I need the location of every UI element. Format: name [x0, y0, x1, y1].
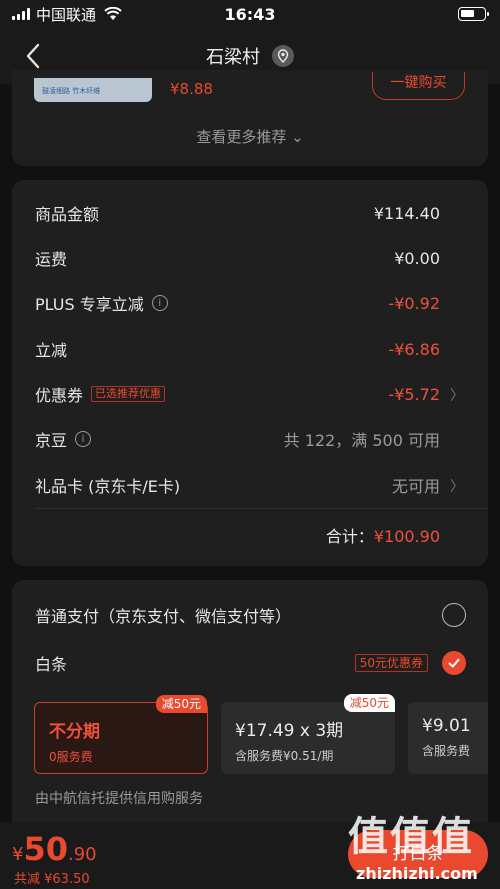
coupon-value: -¥5.72: [388, 384, 440, 404]
carrier-name: 中国联通: [36, 5, 97, 24]
total-saved: 共减 ¥63.50: [14, 872, 90, 887]
checkout-bar: ¥50.90 共减 ¥63.50 打白条: [0, 822, 500, 889]
summary-row-goods: 商品金额 ¥114.40: [35, 198, 440, 228]
info-icon[interactable]: i: [151, 295, 168, 311]
summary-row-plus: PLUS 专享立减 i -¥0.92: [35, 288, 440, 318]
coupon-label: 优惠券: [35, 386, 84, 405]
goods-amount-value: ¥114.40: [373, 203, 440, 223]
baitiao-coupon-tag: 50元优惠券: [354, 654, 428, 672]
credit-provider-note: 由中航信托提供信用购服务: [35, 791, 203, 807]
installment-plan-none[interactable]: 减50元 不分期 0服务费: [34, 695, 208, 774]
radio-unchecked-icon[interactable]: [442, 603, 466, 627]
normal-payment-label: 普通支付（京东支付、微信支付等）: [35, 607, 292, 626]
info-icon[interactable]: i: [75, 431, 92, 447]
divider: [35, 508, 488, 509]
location-pin-icon[interactable]: [272, 45, 294, 67]
plan-subtitle: 含服务费: [422, 744, 471, 758]
summary-row-instant: 立减 -¥6.86: [35, 334, 440, 364]
goods-amount-label: 商品金额: [35, 205, 100, 224]
shipping-value: ¥0.00: [394, 248, 440, 268]
radio-checked-icon[interactable]: [442, 651, 466, 675]
nav-title-group[interactable]: 石梁村: [206, 43, 294, 69]
installment-plan-next[interactable]: ¥9.01 含服务费: [408, 702, 488, 774]
baitiao-label: 白条: [35, 655, 68, 674]
payment-card: 普通支付（京东支付、微信支付等） 白条 50元优惠券 减50元 不分期 0服务费…: [12, 580, 488, 840]
instant-discount-value: -¥6.86: [388, 339, 440, 359]
installment-plan-3[interactable]: 减50元 ¥17.49 x 3期 含服务费¥0.51/期: [221, 694, 395, 774]
plan-title: 不分期: [49, 722, 100, 742]
order-total: 合计：¥100.90: [326, 523, 440, 547]
plus-discount-label: PLUS 专享立减: [35, 295, 144, 314]
order-summary-card: 商品金额 ¥114.40 运费 ¥0.00 PLUS 专享立减 i -¥0.92…: [12, 180, 488, 566]
coupon-tag: 已选推荐优惠: [91, 386, 166, 402]
summary-row-coupon[interactable]: 优惠券 已选推荐优惠 -¥5.72: [35, 379, 440, 409]
jingdou-label: 京豆: [35, 431, 68, 450]
signal-icon: [12, 8, 30, 20]
giftcard-value: 无可用: [391, 477, 440, 496]
summary-row-shipping: 运费 ¥0.00: [35, 243, 440, 273]
more-recommendations-link[interactable]: 查看更多推荐 ⌄: [12, 126, 488, 147]
one-click-buy-button[interactable]: 一键购买: [372, 72, 465, 100]
currency-symbol: ¥: [12, 844, 24, 865]
plus-discount-value: -¥0.92: [388, 293, 440, 313]
discount-badge: 减50元: [343, 694, 395, 712]
product-thumb-text: 鼓凌细路 竹木纤维: [42, 87, 101, 95]
battery-level: [461, 10, 474, 17]
giftcard-label: 礼品卡 (京东卡/E卡): [35, 477, 181, 496]
recommend-card: 鼓凌细路 竹木纤维 ¥8.88 一键购买 查看更多推荐 ⌄: [12, 70, 488, 166]
chevron-right-icon[interactable]: 〉: [450, 385, 464, 405]
plan-subtitle: 含服务费¥0.51/期: [235, 749, 334, 763]
instant-discount-label: 立减: [35, 341, 68, 360]
shipping-label: 运费: [35, 250, 68, 269]
plan-subtitle: 0服务费: [49, 750, 93, 764]
normal-payment-option[interactable]: 普通支付（京东支付、微信支付等）: [35, 600, 466, 630]
baitiao-payment-option[interactable]: 白条 50元优惠券: [35, 648, 466, 678]
jingdou-value: 共 122，满 500 可用: [283, 431, 440, 450]
plan-title: ¥17.49 x 3期: [235, 721, 344, 741]
wifi-icon: [104, 7, 122, 20]
plan-title: ¥9.01: [422, 716, 471, 736]
price-integer: 50: [23, 830, 68, 868]
total-label: 合计：: [325, 527, 374, 546]
battery-icon: [458, 7, 489, 21]
back-arrow-icon[interactable]: [20, 42, 48, 70]
chevron-right-icon[interactable]: 〉: [450, 476, 464, 496]
page-title: 石梁村: [206, 47, 260, 68]
price-decimal: .90: [67, 844, 97, 865]
submit-baitiao-button[interactable]: 打白条: [348, 830, 488, 878]
summary-row-jingdou: 京豆 i 共 122，满 500 可用: [35, 424, 440, 454]
total-value: ¥100.90: [373, 527, 440, 546]
summary-row-giftcard[interactable]: 礼品卡 (京东卡/E卡) 无可用: [35, 470, 440, 500]
product-price: ¥8.88: [170, 80, 213, 98]
status-bar: 中国联通 16:43: [0, 0, 500, 28]
final-price: ¥50.90: [12, 830, 97, 868]
discount-badge: 减50元: [155, 695, 207, 713]
